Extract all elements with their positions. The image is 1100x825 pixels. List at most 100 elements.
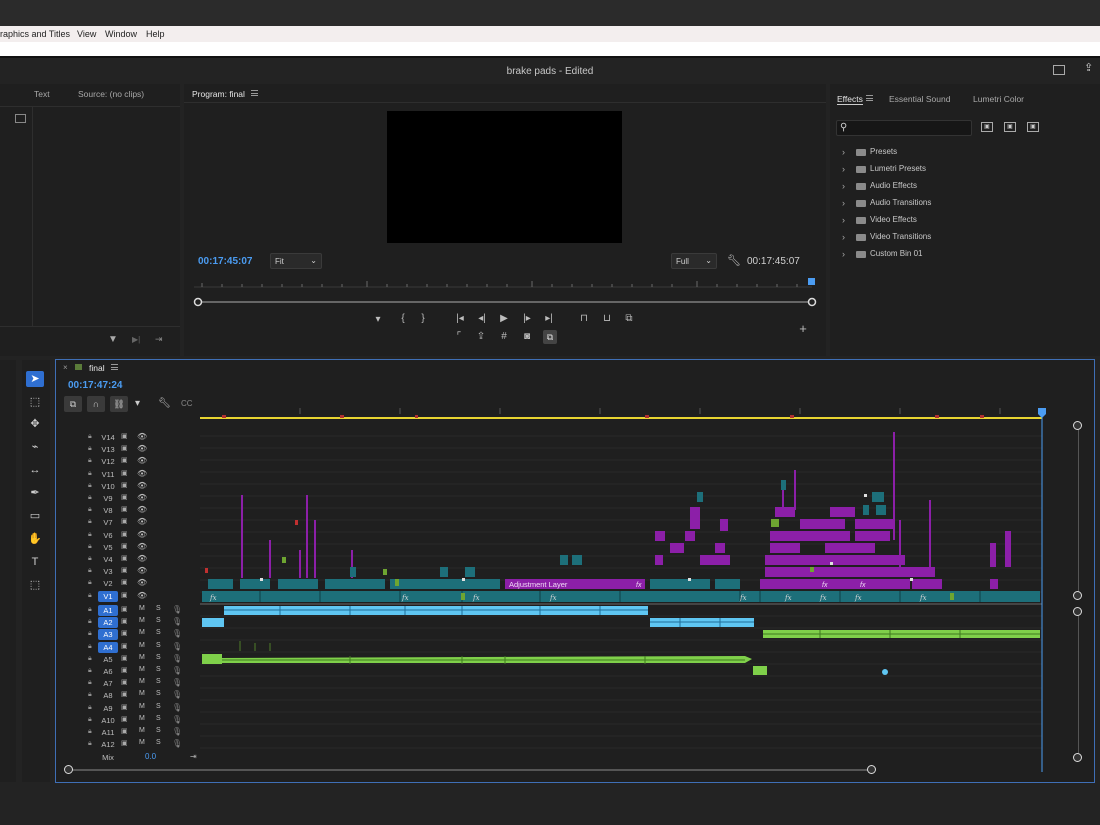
selection-tool-icon[interactable]: ➤ [26,371,44,387]
eye-icon[interactable]: 👁︎ [137,530,147,539]
timeline-hscroll-left[interactable] [64,765,73,774]
trim-in-button[interactable]: ⌜ [452,331,466,342]
track-name[interactable]: A12 [98,739,118,750]
eye-icon[interactable]: 👁︎ [137,542,147,551]
microphone-icon[interactable]: 🎙︎ [172,605,182,614]
eye-icon[interactable]: 👁︎ [137,493,147,502]
sync-lock-icon[interactable]: ▣ [121,444,128,452]
mute-button[interactable]: M [139,629,145,636]
microphone-icon[interactable]: 🎙︎ [172,739,182,748]
solo-button[interactable]: S [156,654,161,661]
mark-out-button[interactable]: } [416,313,430,324]
wrench-icon[interactable]: 🔧︎ [727,254,741,267]
solo-button[interactable]: S [156,678,161,685]
tab-effects[interactable]: Effects [837,94,863,105]
insert-icon[interactable]: ▶| [132,335,140,344]
sync-lock-icon[interactable]: ▣ [121,703,128,711]
video-vscroll-bottom[interactable] [1073,591,1082,600]
yuv-effects-icon[interactable]: ▣ [1027,122,1039,132]
zoom-select[interactable]: Fit ⌄ [270,253,322,269]
eye-icon[interactable]: 👁︎ [137,505,147,514]
play-button[interactable]: ▶ [497,313,511,324]
track-lock-icon[interactable]: 🔒︎ [88,655,92,663]
microphone-icon[interactable]: 🎙︎ [172,629,182,638]
effects-search-input[interactable]: ⚲ [836,120,972,136]
video-vscroll-top[interactable] [1073,421,1082,430]
filter-icon[interactable]: ▼ [108,334,118,345]
timeline-hscroll-track[interactable] [70,769,872,771]
track-lock-icon[interactable]: 🔒︎ [88,728,92,736]
timeline-timecode[interactable]: 00:17:47:24 [68,380,122,391]
button-editor-plus[interactable]: + [796,321,810,336]
track-lock-icon[interactable]: 🔒︎ [88,667,92,675]
track-name[interactable]: V6 [98,530,118,541]
track-name[interactable]: V3 [98,566,118,577]
sync-lock-icon[interactable]: ▣ [121,654,128,662]
microphone-icon[interactable]: 🎙︎ [172,617,182,626]
mute-button[interactable]: M [139,690,145,697]
camera-icon[interactable]: ◙ [520,331,534,342]
mute-button[interactable]: M [139,739,145,746]
timeline-tracks[interactable]: fx fx fx fx fx fx fx fx fx Adjustment La… [200,400,1075,772]
track-name[interactable]: V9 [98,493,118,504]
menu-window-hidden[interactable]: View [77,29,96,39]
sync-lock-icon[interactable]: ▣ [121,715,128,723]
mute-button[interactable]: M [139,703,145,710]
track-name[interactable]: A3 [98,629,118,641]
go-to-in-button[interactable]: |◂ [453,313,467,324]
sync-lock-icon[interactable]: ▣ [121,481,128,489]
mix-end-icon[interactable]: ⇥ [190,752,197,761]
sync-lock-icon[interactable]: ▣ [121,666,128,674]
mix-volume-value[interactable]: 0.0 [145,752,156,761]
track-name[interactable]: A6 [98,666,118,677]
track-name[interactable]: V7 [98,517,118,528]
sync-lock-icon[interactable]: ▣ [121,739,128,747]
solo-button[interactable]: S [156,605,161,612]
track-name[interactable]: A8 [98,690,118,701]
track-name[interactable]: V14 [98,432,118,443]
audio-vscroll-top[interactable] [1073,607,1082,616]
eye-icon[interactable]: 👁︎ [137,444,147,453]
solo-button[interactable]: S [156,715,161,722]
eye-icon[interactable]: 👁︎ [137,591,147,600]
accelerated-effects-icon[interactable]: ▣ [981,122,993,132]
solo-button[interactable]: S [156,739,161,746]
sync-lock-icon[interactable]: ▣ [121,542,128,550]
extract-button[interactable]: ⊔ [600,313,614,324]
lift-button[interactable]: ⊓ [577,313,591,324]
mute-button[interactable]: M [139,642,145,649]
eye-icon[interactable]: 👁︎ [137,469,147,478]
track-lock-icon[interactable]: 🔒︎ [88,555,92,563]
track-name[interactable]: V1 [98,590,118,602]
sync-lock-icon[interactable]: ▣ [121,432,128,440]
32bit-effects-icon[interactable]: ▣ [1004,122,1016,132]
eye-icon[interactable]: 👁︎ [137,517,147,526]
track-lock-icon[interactable]: 🔒︎ [88,716,92,724]
mark-in-button[interactable]: { [396,313,410,324]
mute-button[interactable]: M [139,666,145,673]
sync-lock-icon[interactable]: ▣ [121,690,128,698]
nest-toggle-icon[interactable]: ⧉ [64,396,82,412]
track-name[interactable]: V10 [98,481,118,492]
track-select-tool-icon[interactable]: ⬚ [26,394,44,410]
track-lock-icon[interactable]: 🔒︎ [88,567,92,575]
menu-help[interactable]: Help [146,29,165,39]
playhead-timecode[interactable]: 00:17:45:07 [198,256,252,267]
mute-button[interactable]: M [139,605,145,612]
add-marker-icon[interactable]: ▾ [135,398,140,409]
sync-lock-icon[interactable]: ▣ [121,617,128,625]
audio-vscroll-track[interactable] [1078,612,1079,758]
eye-icon[interactable]: 👁︎ [137,566,147,575]
go-to-out-button[interactable]: ▸| [542,313,556,324]
mute-button[interactable]: M [139,727,145,734]
tab-text[interactable]: Text [34,89,50,99]
solo-button[interactable]: S [156,617,161,624]
sync-lock-icon[interactable]: ▣ [121,591,128,599]
menu-window[interactable]: Window [105,29,137,39]
solo-button[interactable]: S [156,690,161,697]
solo-button[interactable]: S [156,703,161,710]
sync-lock-icon[interactable]: ▣ [121,629,128,637]
effects-menu-icon[interactable] [866,95,873,101]
tab-sequence-final[interactable]: final [89,363,105,373]
track-name[interactable]: A10 [98,715,118,726]
